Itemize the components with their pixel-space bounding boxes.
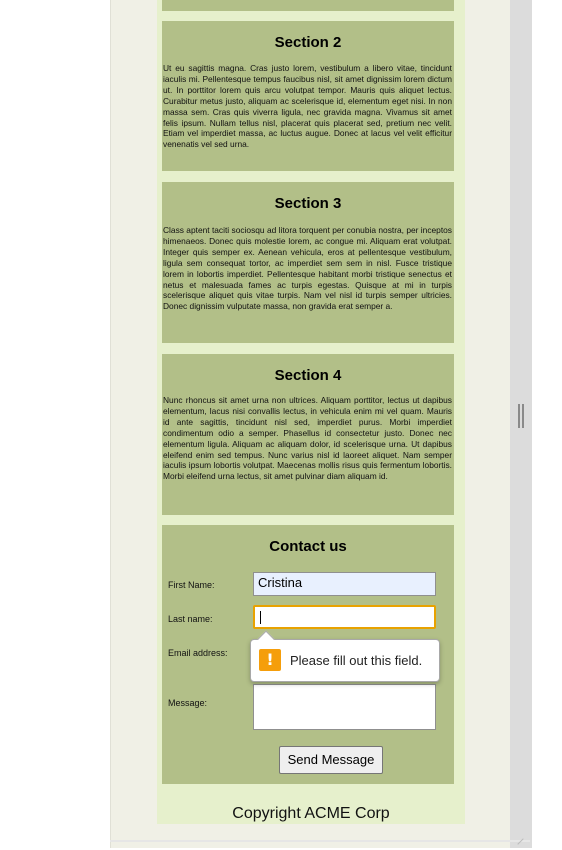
validation-message: Please fill out this field. (290, 653, 423, 668)
first-name-label: First Name: (168, 580, 215, 590)
section-2-title: Section 2 (274, 34, 342, 51)
section-3-body: Class aptent taciti sociosqu ad litora t… (163, 225, 452, 312)
section-1-tail (162, 0, 454, 11)
validation-tooltip: ! Please fill out this field. (250, 630, 440, 682)
email-label: Email address: (168, 648, 228, 658)
last-name-input[interactable] (253, 605, 436, 629)
section-3: Section 3 Class aptent taciti sociosqu a… (162, 182, 454, 343)
section-4-title: Section 4 (274, 367, 342, 384)
message-label: Message: (168, 698, 208, 708)
section-4: Section 4 Nunc rhoncus sit amet urna non… (162, 354, 454, 515)
section-4-body: Nunc rhoncus sit amet urna non ultrices.… (163, 395, 452, 482)
footer-copyright: Copyright ACME Corp (232, 805, 390, 822)
section-2-body: Ut eu sagittis magna. Cras justo lorem, … (163, 63, 452, 150)
warning-icon: ! (259, 649, 281, 671)
section-2: Section 2 Ut eu sagittis magna. Cras jus… (162, 21, 454, 171)
send-message-button[interactable]: Send Message (279, 746, 383, 774)
page-bottom-border (110, 840, 530, 842)
contact-title: Contact us (269, 538, 347, 555)
text-caret (260, 611, 261, 624)
resize-grip-line-left (518, 404, 520, 428)
last-name-label: Last name: (168, 614, 213, 624)
resize-handle[interactable] (518, 404, 524, 428)
first-name-value: Cristina (258, 575, 303, 590)
section-3-title: Section 3 (274, 195, 342, 212)
first-name-input[interactable]: Cristina (253, 572, 436, 596)
resize-grip-line-right (522, 404, 524, 428)
message-textarea[interactable] (253, 684, 436, 730)
